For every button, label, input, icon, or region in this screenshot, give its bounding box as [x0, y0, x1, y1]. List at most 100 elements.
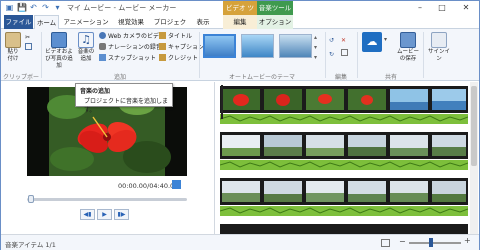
- theme-contemporary[interactable]: [241, 34, 274, 58]
- save-icon[interactable]: 💾: [17, 3, 27, 12]
- storyboard-strip: [220, 224, 468, 234]
- previous-frame-button[interactable]: ◀▮: [80, 209, 95, 220]
- app-window: ▣ 💾 ↶ ↷ ▾ マイ ムービー - ムービー メーカー ビデオ ツール 音楽…: [0, 0, 480, 250]
- onedrive-button[interactable]: ☁: [361, 32, 383, 53]
- undo-icon[interactable]: ↶: [29, 3, 38, 12]
- remove-x-icon: ✕: [341, 37, 347, 44]
- rotate-left-button[interactable]: ↺: [329, 35, 338, 44]
- title-bar: ▣ 💾 ↶ ↷ ▾ マイ ムービー - ムービー メーカー ビデオ ツール 音楽…: [1, 1, 479, 26]
- next-frame-button[interactable]: ▮▶: [114, 209, 129, 220]
- tab-project[interactable]: プロジェクト: [151, 15, 189, 40]
- credits-button[interactable]: クレジット: [159, 54, 198, 63]
- theme-fade[interactable]: [279, 34, 312, 58]
- microphone-icon: [99, 43, 106, 50]
- zoom-slider-thumb[interactable]: [429, 238, 433, 247]
- caption-button[interactable]: キャプション: [159, 43, 204, 52]
- remove-button[interactable]: ✕: [341, 35, 350, 44]
- webcam-video-button[interactable]: Web カメラのビデオ: [99, 32, 165, 41]
- music-tools-header: 音楽ツール: [257, 1, 293, 15]
- tab-options[interactable]: オプション: [257, 15, 293, 29]
- redo-icon[interactable]: ↷: [41, 3, 50, 12]
- film-photo-icon: [51, 32, 67, 48]
- snapshot-icon: [99, 54, 106, 61]
- caption-icon: [159, 43, 166, 50]
- title-button[interactable]: タイトル: [159, 32, 192, 41]
- zoom-in-button[interactable]: +: [464, 236, 471, 245]
- video-tools-header: ビデオ ツール: [223, 1, 257, 26]
- playhead[interactable]: [221, 85, 223, 119]
- sign-in-button[interactable]: サインイン: [427, 32, 451, 63]
- scissors-icon: ✂: [25, 34, 31, 41]
- ribbon-tabs: ファイル ホーム アニメーション 視覚効果 プロジェクト 表示 編集 オプション: [1, 15, 479, 40]
- status-text: 音楽アイテム 1/1: [5, 241, 56, 249]
- quick-access-toolbar: ▣ 💾 ↶ ↷ ▾: [5, 3, 62, 12]
- select-all-icon: [341, 49, 348, 56]
- paste-button[interactable]: 貼り付け: [5, 32, 21, 63]
- theme-default[interactable]: [203, 34, 236, 58]
- zoom-slider[interactable]: [409, 242, 461, 244]
- add-videos-photos-button[interactable]: ビデオおよび写真の追加: [43, 32, 75, 70]
- add-music-button[interactable]: ♫ 音楽の追加: [77, 32, 95, 63]
- snapshot-button[interactable]: スナップショット: [99, 54, 156, 63]
- tab-view[interactable]: 表示: [191, 15, 215, 29]
- user-icon: [431, 32, 447, 48]
- storyboard-scrollbar[interactable]: [470, 82, 478, 234]
- rotate-left-icon: ↺: [329, 37, 335, 44]
- status-bar: 音楽アイテム 1/1 − +: [1, 234, 479, 250]
- themes-scroll-down[interactable]: ▾: [314, 43, 317, 52]
- app-icon[interactable]: ▣: [5, 3, 14, 12]
- tab-home[interactable]: ホーム: [34, 15, 59, 29]
- ribbon-separator: [199, 32, 200, 78]
- themes-scroll-up[interactable]: ▴: [314, 33, 317, 42]
- edit-group-label: 編集: [334, 74, 347, 81]
- copy-button[interactable]: [25, 43, 34, 52]
- window-title: マイ ムービー - ムービー メーカー: [67, 4, 177, 12]
- window-controls: – □ ✕: [409, 1, 479, 15]
- close-button[interactable]: ✕: [453, 1, 479, 15]
- film-save-icon: [400, 32, 416, 48]
- maximize-button[interactable]: □: [431, 1, 453, 15]
- clipboard-icon: [5, 32, 21, 48]
- ribbon-separator: [423, 32, 424, 78]
- thumbnail-size-icon[interactable]: [381, 239, 390, 247]
- themes-more[interactable]: ▾: [314, 53, 317, 62]
- tooltip-title: 音楽の追加: [80, 88, 111, 95]
- webcam-icon: [99, 32, 106, 39]
- save-movie-button[interactable]: ムービーの保存: [395, 32, 421, 63]
- copy-icon: [25, 43, 32, 50]
- record-narration-button[interactable]: ナレーションの録音: [99, 43, 162, 52]
- tab-file[interactable]: ファイル: [4, 15, 33, 29]
- autotheme-group-label: オートムービーのテーマ: [228, 74, 295, 81]
- fullscreen-icon[interactable]: [172, 180, 181, 189]
- playback-controls: ◀▮ ▶ ▮▶: [80, 209, 129, 220]
- tab-edit[interactable]: 編集: [223, 15, 257, 29]
- cut-button[interactable]: ✂: [25, 32, 34, 41]
- ribbon-separator: [41, 32, 42, 78]
- tooltip-body: プロジェクトに音楽を追加します。: [84, 98, 169, 114]
- minimize-button[interactable]: –: [409, 1, 431, 15]
- title-icon: [159, 32, 166, 39]
- ribbon: 貼り付け ✂ クリップボード ビデオおよび写真の追加 ♫ 音楽の追加 Web カ…: [1, 29, 479, 90]
- zoom-out-button[interactable]: −: [399, 237, 406, 246]
- credits-icon: [159, 54, 166, 61]
- add-group-label: 追加: [113, 74, 126, 81]
- rotate-right-icon: ↻: [329, 51, 335, 58]
- preview-time: 00:00.00/04:40.00: [118, 182, 179, 190]
- cloud-icon: ☁: [362, 32, 382, 52]
- tab-animations[interactable]: アニメーション: [61, 15, 111, 29]
- scrollbar-thumb[interactable]: [471, 86, 477, 166]
- play-button[interactable]: ▶: [97, 209, 112, 220]
- ribbon-separator: [357, 32, 358, 78]
- select-all-button[interactable]: [341, 49, 350, 58]
- seek-bar[interactable]: [27, 198, 187, 201]
- qat-dropdown-icon[interactable]: ▾: [53, 3, 62, 12]
- tab-visual-effects[interactable]: 視覚効果: [113, 15, 149, 29]
- storyboard: [214, 82, 470, 234]
- rotate-right-button[interactable]: ↻: [329, 49, 338, 58]
- seek-handle[interactable]: [28, 195, 34, 203]
- share-dropdown[interactable]: ▾: [384, 35, 387, 44]
- share-group-label: 共有: [384, 74, 397, 81]
- storyboard-strip: [220, 178, 468, 216]
- music-note-icon: ♫: [78, 32, 94, 48]
- storyboard-strip: [220, 86, 468, 124]
